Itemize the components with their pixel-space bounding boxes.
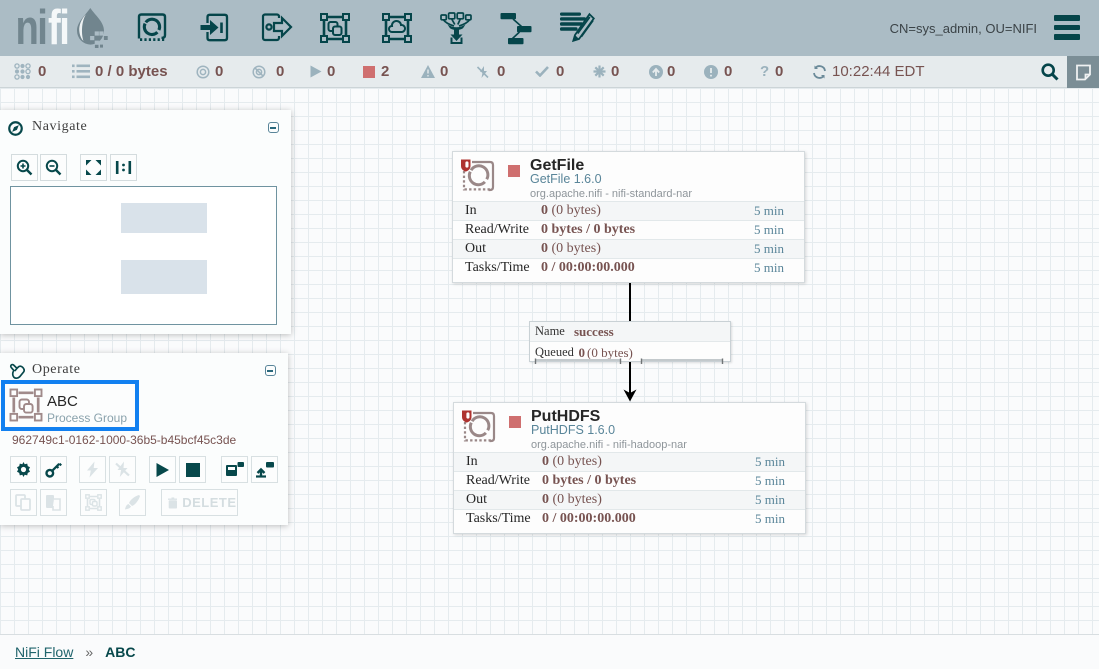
svg-text:ni: ni [15, 0, 46, 55]
svg-text:fi: fi [48, 0, 68, 55]
